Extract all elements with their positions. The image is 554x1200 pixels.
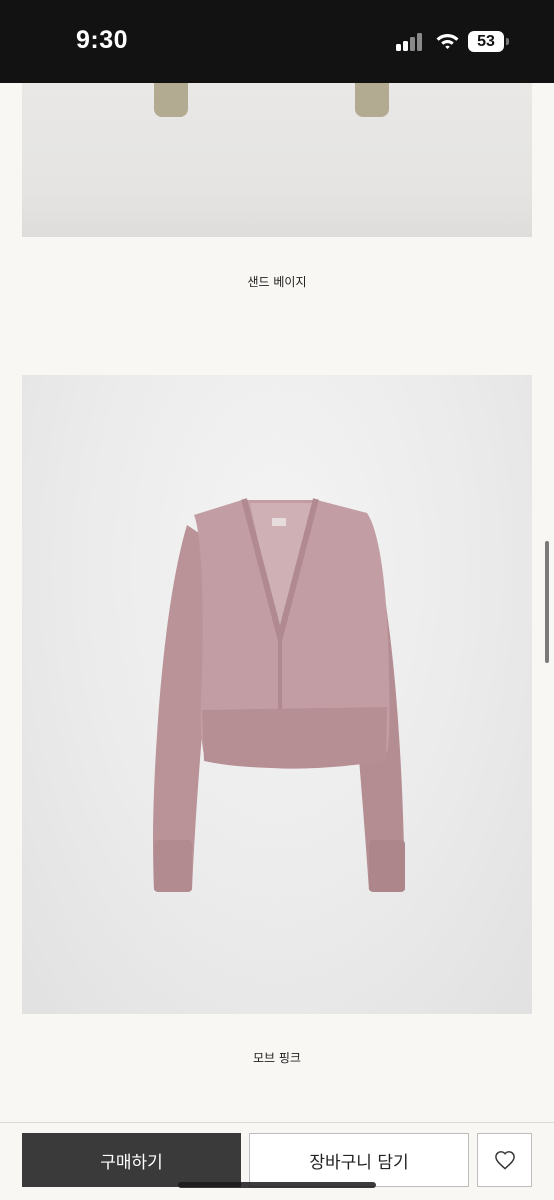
wifi-icon [436,34,459,49]
product-image-mauve-pink [22,375,532,1014]
status-time: 9:30 [76,26,129,54]
sleeve-cuff-left [154,83,188,117]
home-indicator[interactable] [178,1182,376,1188]
add-to-cart-button[interactable]: 장바구니 담기 [249,1133,469,1187]
add-to-cart-label: 장바구니 담기 [309,1152,409,1173]
color-caption-mauve-pink: 모브 핑크 [253,1051,301,1065]
buy-button[interactable]: 구매하기 [22,1133,241,1187]
battery-cap [506,38,509,45]
buy-button-label: 구매하기 [100,1152,163,1173]
scrollbar[interactable] [545,541,549,663]
product-image-sand-beige [22,83,532,237]
battery-level: 53 [477,33,495,50]
heart-icon [494,1151,515,1170]
color-caption-sand-beige: 샌드 베이지 [247,275,307,289]
status-bar: 9:30 53 [0,0,554,83]
cardigan-illustration [153,498,405,892]
wishlist-button[interactable] [477,1133,532,1187]
sleeve-cuff-right [355,83,389,117]
signal-icon [396,33,424,51]
battery-icon: 53 [468,31,504,52]
